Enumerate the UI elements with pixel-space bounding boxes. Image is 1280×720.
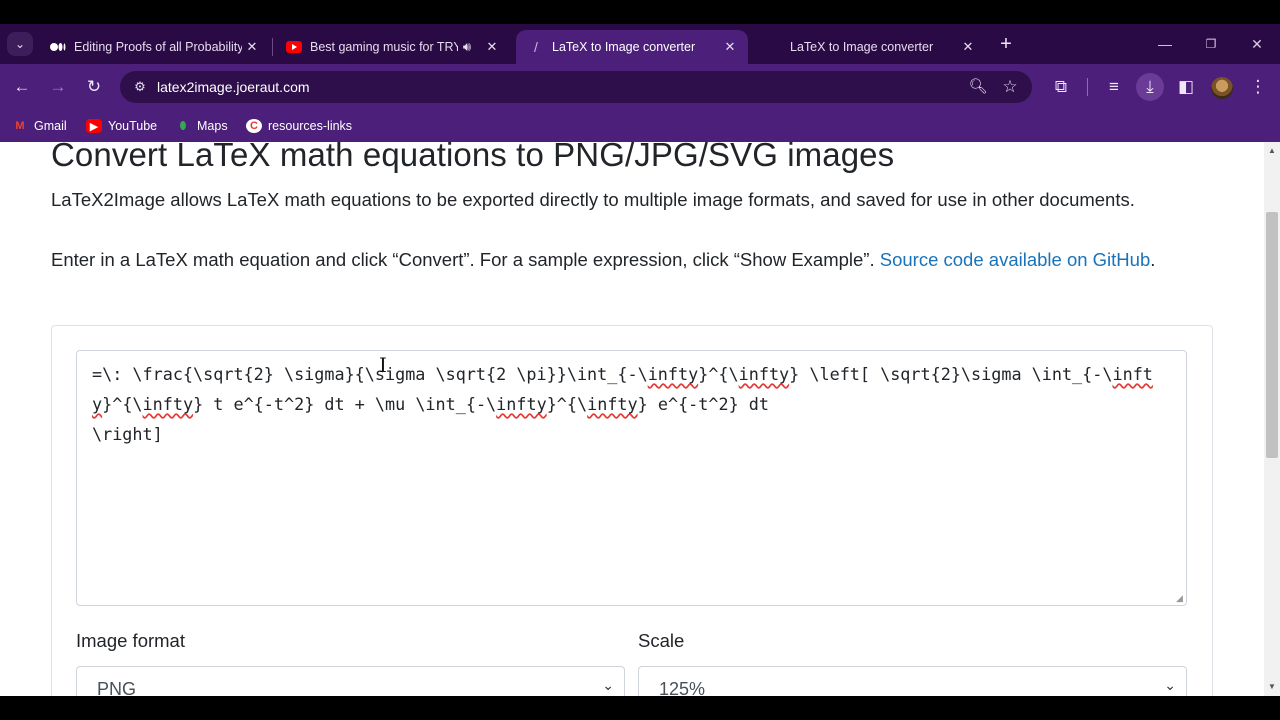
screen-top-bar (0, 0, 1280, 24)
tab-latex-converter[interactable]: LaTeX to Image converter ✕ (754, 30, 986, 64)
tab-title: Best gaming music for TRY (310, 40, 458, 54)
bookmarks-bar: M Gmail ▶ YouTube ⬮ Maps C resources-lin… (0, 110, 1280, 142)
tab-editing-proofs[interactable]: Editing Proofs of all Probability ✕ (38, 30, 270, 64)
scale-label: Scale (638, 630, 685, 651)
minimize-button[interactable]: — (1142, 32, 1188, 56)
tab-separator (272, 38, 273, 56)
browser-toolbar: ← → ↻ ⚙ latex2image.joeraut.com 🔍︎ ☆ ⧉ ≡… (0, 64, 1280, 110)
tab-strip: ⌄ Editing Proofs of all Probability ✕ Be… (0, 24, 1280, 64)
resize-handle-icon[interactable]: ◢ (1176, 594, 1185, 603)
scrollbar-thumb[interactable] (1266, 212, 1278, 458)
bookmark-resources-links[interactable]: C resources-links (246, 117, 352, 135)
tab-gaming-music[interactable]: Best gaming music for TRY 🔊︎ ✕ (274, 30, 510, 64)
forward-button[interactable]: → (44, 73, 72, 101)
site-settings-icon[interactable]: ⚙ (128, 75, 152, 99)
side-panel-icon[interactable]: ◧ (1172, 73, 1200, 101)
tab-latex-converter-active[interactable]: / LaTeX to Image converter ✕ (516, 30, 748, 64)
instructions-body: Enter in a LaTeX math equation and click… (51, 249, 880, 270)
latex-input[interactable]: =\: \frac{\sqrt{2} \sigma}{\sigma \sqrt{… (76, 350, 1187, 606)
latex-segment: } \left[ \sqrt{2}\sigma \int_{-\ (789, 364, 1113, 384)
bookmark-youtube[interactable]: ▶ YouTube (86, 117, 157, 135)
resources-icon: C (246, 119, 262, 133)
medium-icon (50, 39, 66, 55)
latex-segment: } t e^{-t^2} dt + \mu \int_{-\ (193, 394, 497, 414)
bookmark-label: YouTube (108, 119, 158, 133)
misspelled-word: infty (587, 394, 638, 414)
close-icon[interactable]: ✕ (720, 39, 740, 55)
zoom-icon[interactable]: 🔍︎ (966, 75, 990, 99)
latex-segment: }^{\ (102, 394, 143, 414)
menu-icon[interactable]: ⋮ (1244, 73, 1272, 101)
text-cursor-icon: I (379, 353, 387, 377)
gmail-icon: M (15, 120, 25, 132)
misspelled-word: infty (738, 364, 790, 384)
tab-title: LaTeX to Image converter (552, 40, 696, 54)
bookmark-label: resources-links (268, 119, 353, 133)
tab-search-button[interactable]: ⌄ (7, 32, 33, 56)
tab-title: LaTeX to Image converter (790, 40, 934, 54)
image-format-select[interactable]: PNG ⌄ (76, 666, 625, 696)
download-icon[interactable]: ⤓ (1136, 73, 1164, 101)
close-icon[interactable]: ✕ (242, 39, 262, 55)
link-suffix: . (1150, 249, 1156, 270)
chevron-down-icon: ⌄ (602, 677, 614, 693)
screen-bottom-bar (0, 696, 1280, 720)
speaker-icon[interactable]: 🔊︎ (458, 39, 476, 55)
scroll-up-arrow-icon[interactable]: ▲ (1264, 146, 1280, 156)
youtube-icon (286, 39, 302, 55)
misspelled-word: infty (496, 394, 547, 414)
address-bar[interactable]: ⚙ latex2image.joeraut.com 🔍︎ ☆ (120, 71, 1032, 103)
scale-value: 125% (659, 679, 706, 696)
url-text[interactable]: latex2image.joeraut.com (157, 79, 310, 95)
restore-button[interactable]: ❐ (1188, 32, 1234, 56)
misspelled-word: infty (142, 394, 194, 414)
misspelled-word: infty (647, 364, 699, 384)
image-format-label: Image format (76, 630, 185, 651)
page-title: Convert LaTeX math equations to PNG/JPG/… (51, 142, 895, 173)
close-icon[interactable]: ✕ (482, 39, 502, 55)
reload-button[interactable]: ↻ (80, 73, 108, 101)
new-tab-button[interactable]: + (994, 34, 1018, 56)
back-button[interactable]: ← (8, 73, 36, 101)
bookmark-label: Gmail (34, 119, 67, 133)
scale-select[interactable]: 125% ⌄ (638, 666, 1187, 696)
bookmark-star-icon[interactable]: ☆ (998, 75, 1022, 99)
image-format-value: PNG (97, 679, 137, 696)
profile-avatar[interactable] (1211, 77, 1233, 99)
latex-segment: }^{\ (698, 364, 739, 384)
extensions-icon[interactable]: ⧉ (1047, 73, 1075, 101)
bookmark-maps[interactable]: ⬮ Maps (175, 117, 228, 135)
youtube-icon: ▶ (86, 119, 102, 133)
bookmark-label: Maps (197, 119, 228, 133)
tab-title: Editing Proofs of all Probability (74, 40, 242, 54)
page-scrollbar[interactable]: ▲ ▼ (1264, 142, 1280, 696)
close-window-button[interactable]: ✕ (1234, 32, 1280, 56)
toolbar-divider (1087, 78, 1088, 96)
latex-segment: =\: \frac{\sqrt{2} \sigma}{\sigma \sqrt{… (92, 364, 648, 384)
instructions-text: Enter in a LaTeX math equation and click… (51, 245, 1171, 275)
chevron-down-icon: ⌄ (1164, 677, 1176, 693)
latex-segment: }^{\ (546, 394, 588, 414)
media-controls-icon[interactable]: ≡ (1100, 73, 1128, 101)
blank-favicon (766, 39, 782, 55)
close-icon[interactable]: ✕ (958, 39, 978, 55)
source-code-link[interactable]: Source code available on GitHub (880, 249, 1150, 270)
slash-icon: / (534, 39, 538, 55)
scroll-down-arrow-icon[interactable]: ▼ (1264, 682, 1280, 692)
maps-icon: ⬮ (179, 119, 187, 132)
intro-text: LaTeX2Image allows LaTeX math equations … (51, 189, 1135, 210)
bookmark-gmail[interactable]: M Gmail (12, 117, 67, 135)
page-content: Convert LaTeX math equations to PNG/JPG/… (0, 142, 1264, 696)
